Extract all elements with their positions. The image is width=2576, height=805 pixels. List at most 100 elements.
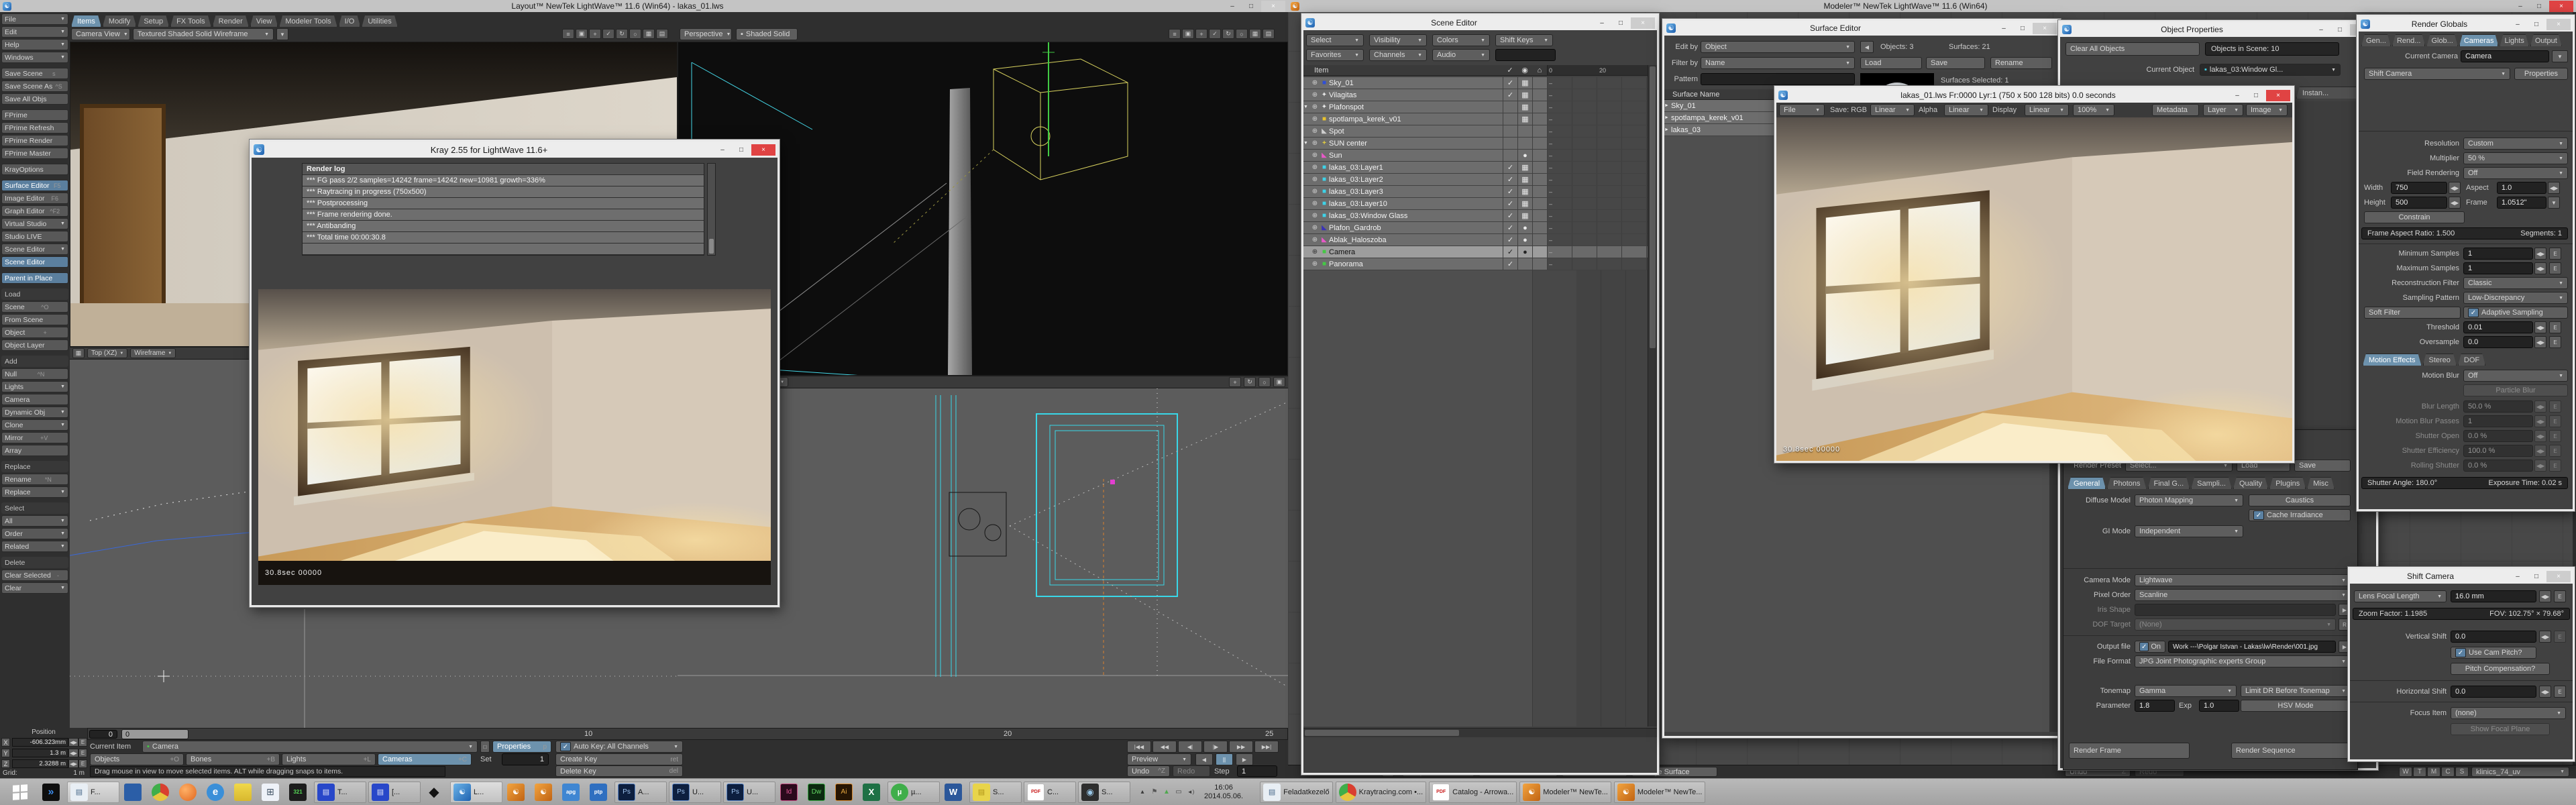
redo-button[interactable]: Redo bbox=[1173, 765, 1210, 777]
lock-cell[interactable] bbox=[1532, 113, 1547, 125]
viewport-nav-icon[interactable]: + bbox=[589, 29, 601, 39]
expand-icon[interactable]: ► bbox=[1664, 115, 1671, 120]
stepper-icon[interactable]: ◀▶ bbox=[2534, 321, 2546, 333]
mode-button[interactable]: T bbox=[2413, 767, 2426, 777]
keys-timeline-cell[interactable]: ‒ bbox=[1547, 77, 1648, 89]
menu-tab[interactable]: Setup bbox=[138, 15, 169, 27]
play-button[interactable]: ▶ bbox=[1236, 753, 1253, 765]
item-type-button[interactable]: Cameras+C bbox=[378, 753, 472, 765]
scene-item-row[interactable]: ⊕ ■ lakas_03:Layer1 ✓ ▦ ‒ bbox=[1303, 162, 1648, 173]
sidebar-item[interactable]: Edit▼ bbox=[1, 26, 68, 38]
active-check[interactable]: ✓ bbox=[1503, 186, 1517, 197]
minimize-icon[interactable]: – bbox=[2509, 571, 2526, 582]
properties-button[interactable]: Propertiesp bbox=[492, 741, 551, 753]
maximize-icon[interactable]: □ bbox=[2528, 571, 2545, 582]
shutter-open-input[interactable]: 0.0 % bbox=[2463, 430, 2533, 442]
scene-item-row[interactable]: ⊕ ◣ Sun ● ‒ bbox=[1303, 150, 1648, 161]
rename-button[interactable]: Rename bbox=[1990, 57, 2052, 69]
render-sequence-button[interactable]: Render Sequence bbox=[2231, 743, 2351, 759]
mode-button[interactable]: S bbox=[2455, 767, 2469, 777]
viewport-nav-icon[interactable]: ↻ bbox=[1222, 29, 1234, 39]
scene-item-row[interactable]: ▼ ⊕ + SUN center ‒ bbox=[1303, 138, 1648, 149]
active-check[interactable]: ✓ bbox=[1503, 174, 1517, 185]
active-check[interactable]: ✓ bbox=[1503, 258, 1517, 270]
active-check[interactable] bbox=[1503, 113, 1517, 125]
sidebar-item[interactable]: Order▼ bbox=[1, 528, 68, 539]
close-icon[interactable]: × bbox=[2546, 19, 2571, 30]
taskbar-item[interactable]: Kraytracing.com •... bbox=[1336, 782, 1427, 803]
scene-item-row[interactable]: ▼ ⊕ ✦ Plafonspot ▦ ‒ bbox=[1303, 101, 1648, 113]
active-check[interactable] bbox=[1503, 101, 1517, 113]
expand-icon[interactable]: ► bbox=[1664, 103, 1671, 108]
maximize-icon[interactable]: □ bbox=[2530, 1, 2548, 12]
lock-cell[interactable] bbox=[1532, 258, 1547, 270]
iris-shape-input[interactable] bbox=[2135, 604, 2336, 616]
caustics-button[interactable]: Caustics bbox=[2249, 494, 2351, 506]
active-check[interactable]: ✓ bbox=[1503, 222, 1517, 233]
menu-tab[interactable]: Items bbox=[71, 15, 101, 27]
viewport-nav-icon[interactable]: ≡ bbox=[562, 29, 574, 39]
current-object-dropdown[interactable]: ▪lakas_03:Window Gl...▼ bbox=[2200, 64, 2341, 76]
file-dropdown[interactable]: File▼ bbox=[1779, 104, 1825, 116]
play-reverse-button[interactable]: ◀ bbox=[1195, 753, 1213, 765]
pause-button[interactable]: || bbox=[1216, 753, 1233, 765]
menu-tab[interactable]: Modify bbox=[103, 15, 136, 27]
scene-menu-dropdown[interactable]: Shift Keys▼ bbox=[1495, 34, 1553, 46]
taskbar-item[interactable]: Ps A... bbox=[614, 782, 667, 803]
lock-cell[interactable] bbox=[1532, 77, 1547, 89]
envelope-button[interactable]: E bbox=[2549, 248, 2561, 260]
item-type-button[interactable]: Bones+B bbox=[186, 753, 280, 765]
active-check[interactable] bbox=[1503, 138, 1517, 149]
expand-plus-icon[interactable]: ⊕ bbox=[1310, 224, 1320, 231]
keys-timeline-cell[interactable]: ‒ bbox=[1547, 210, 1648, 221]
envelope-button[interactable]: E bbox=[2554, 590, 2566, 602]
item-type-button[interactable]: Objects+O bbox=[90, 753, 184, 765]
exp-input[interactable]: 1.0 bbox=[2199, 700, 2239, 712]
taskbar-item[interactable]: ptp bbox=[587, 782, 612, 803]
expand-plus-icon[interactable]: ⊕ bbox=[1310, 140, 1320, 147]
tray-icon[interactable]: ▴ bbox=[1136, 788, 1148, 796]
viewport-nav-icon[interactable]: ○ bbox=[1236, 29, 1248, 39]
scene-item-row[interactable]: ⊕ ◣ Plafon_Gardrob ✓ ● ‒ bbox=[1303, 222, 1648, 233]
sidebar-item[interactable]: Save Scene As^S bbox=[1, 80, 68, 92]
focal-length-input[interactable]: 16.0 mm bbox=[2451, 590, 2536, 602]
maximize-icon[interactable]: □ bbox=[1612, 17, 1629, 29]
scene-item-row[interactable]: ⊕ ■ lakas_03:Layer10 ✓ ▦ ‒ bbox=[1303, 198, 1648, 209]
expand-plus-icon[interactable]: ⊕ bbox=[1310, 127, 1320, 135]
envelope-button[interactable]: E bbox=[2554, 631, 2566, 643]
threshold-input[interactable]: 0.01 bbox=[2463, 321, 2533, 333]
stepper-icon[interactable]: ◀▶ bbox=[68, 749, 78, 757]
envelope-button[interactable]: E bbox=[78, 738, 87, 747]
sidebar-item[interactable]: FPrime Render bbox=[1, 135, 68, 146]
load-button[interactable]: Load bbox=[1860, 57, 1922, 69]
minimize-icon[interactable]: – bbox=[2512, 1, 2529, 12]
minimize-icon[interactable]: – bbox=[714, 144, 731, 156]
kray-tab[interactable]: Misc bbox=[2307, 477, 2334, 489]
tray-icon[interactable]: ⚑ bbox=[1148, 788, 1161, 796]
viewport-nav-icon[interactable]: ▦ bbox=[643, 29, 655, 39]
taskbar-item[interactable]: e bbox=[204, 782, 229, 803]
envelope-button[interactable]: E bbox=[2549, 262, 2561, 274]
active-check[interactable]: ✓ bbox=[1503, 234, 1517, 246]
motion-tab[interactable]: DOF bbox=[2458, 354, 2485, 366]
keys-timeline-cell[interactable]: ‒ bbox=[1547, 234, 1648, 246]
expand-icon[interactable]: ► bbox=[1664, 127, 1671, 132]
expand-plus-icon[interactable]: ⊕ bbox=[1310, 212, 1320, 219]
sidebar-item[interactable]: Delete bbox=[1, 557, 68, 568]
display-mode-dropdown[interactable]: Linear▼ bbox=[2025, 104, 2069, 116]
expand-plus-icon[interactable]: ⊕ bbox=[1310, 200, 1320, 207]
current-item-dropdown[interactable]: ▪Camera▼ bbox=[142, 741, 478, 753]
envelope-button[interactable]: E bbox=[2549, 445, 2561, 457]
keys-timeline-cell[interactable]: ‒ bbox=[1547, 101, 1648, 113]
visibility-cell[interactable]: ▦ bbox=[1517, 198, 1532, 209]
scene-item-row[interactable]: ⊕ ■ spotlampa_kerek_v01 ▦ ‒ bbox=[1303, 113, 1648, 125]
visibility-cell[interactable]: ▦ bbox=[1517, 89, 1532, 101]
taskbar-item[interactable]: ◆ bbox=[423, 782, 448, 803]
timeline-ruler[interactable]: 0 0 10 20 25 bbox=[87, 728, 1288, 740]
lock-cell[interactable] bbox=[1532, 162, 1547, 173]
active-check[interactable]: ✓ bbox=[1503, 246, 1517, 258]
keys-timeline-cell[interactable]: ‒ bbox=[1547, 258, 1648, 270]
visibility-cell[interactable]: ▦ bbox=[1517, 174, 1532, 185]
image-dropdown[interactable]: Image▼ bbox=[2246, 104, 2288, 116]
sidebar-item[interactable]: Surface EditorF5 bbox=[1, 180, 68, 191]
